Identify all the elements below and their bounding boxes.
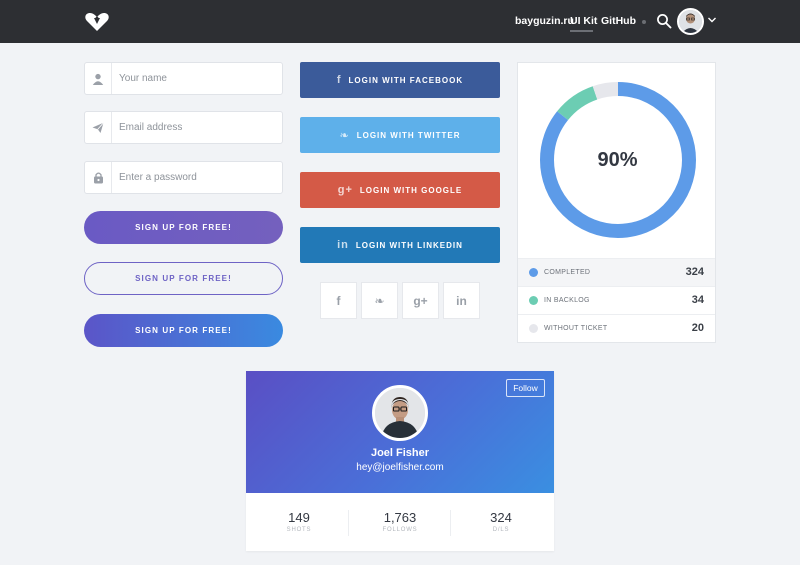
legend-row-in-backlog: IN BACKLOG 34: [518, 286, 715, 314]
nav-link-ui-kit[interactable]: UI Kit: [570, 15, 597, 27]
profile-email[interactable]: hey@joelfisher.com: [246, 462, 554, 473]
legend-swatch-completed: [529, 268, 538, 277]
legend-value: 324: [685, 266, 704, 278]
google-plus-icon: g+: [413, 293, 428, 308]
stat-label: SHOTS: [286, 527, 312, 533]
signup-button-gradient[interactable]: SIGN UP FOR FREE!: [84, 314, 283, 347]
facebook-square-button[interactable]: f: [320, 282, 357, 319]
stat-label: FOLLOWS: [382, 527, 418, 533]
lock-icon: [85, 162, 112, 193]
stat-value: 149: [288, 510, 310, 525]
profile-name: Joel Fisher: [370, 447, 430, 459]
legend-swatch-without-ticket: [529, 324, 538, 333]
profile-header: Follow Joel Fisher hey@joelfisher.com: [246, 371, 554, 493]
facebook-icon: f: [336, 74, 342, 86]
legend-label: COMPLETED: [544, 269, 591, 276]
nav-link-github[interactable]: GitHub: [601, 15, 636, 27]
legend-label: WITHOUT TICKET: [544, 325, 608, 332]
stat-label: D/LS: [492, 527, 510, 533]
search-icon[interactable]: [656, 13, 672, 29]
stat-value: 1,763: [383, 510, 417, 525]
stat-downloads: 324 D/LS: [450, 510, 552, 533]
legend-label: IN BACKLOG: [544, 297, 590, 304]
legend-value: 20: [691, 322, 704, 334]
user-avatar[interactable]: [677, 8, 704, 35]
user-icon: [85, 63, 112, 94]
chevron-down-icon[interactable]: [707, 16, 717, 24]
follow-button[interactable]: Follow: [506, 379, 545, 397]
paper-plane-icon: [85, 112, 112, 143]
top-navbar: bayguzin.ru UI Kit GitHub: [0, 0, 800, 43]
chart-center-label: 90%: [597, 149, 638, 171]
legend-value: 34: [691, 294, 704, 306]
profile-avatar: [372, 385, 428, 441]
heart-logo-icon[interactable]: [84, 12, 110, 32]
facebook-icon: f: [336, 293, 341, 308]
login-google-button[interactable]: g+ LOGIN WITH GOOGLE: [300, 172, 500, 208]
nav-link-bayguzin[interactable]: bayguzin.ru: [515, 15, 574, 27]
legend-row-without-ticket: WITHOUT TICKET 20: [518, 314, 715, 342]
linkedin-icon: in: [337, 239, 349, 251]
email-placeholder: Email address: [119, 122, 183, 133]
password-field[interactable]: Enter a password: [84, 161, 283, 194]
stat-shots: 149 SHOTS: [248, 510, 350, 533]
linkedin-icon: in: [456, 293, 467, 308]
twitter-icon: ❧: [374, 293, 385, 308]
login-twitter-label: LOGIN WITH TWITTER: [356, 130, 461, 140]
active-nav-underline: [570, 30, 593, 32]
login-linkedin-button[interactable]: in LOGIN WITH LINKEDIN: [300, 227, 500, 263]
password-placeholder: Enter a password: [119, 172, 197, 183]
login-facebook-label: LOGIN WITH FACEBOOK: [348, 75, 464, 85]
google-plus-icon: g+: [337, 184, 353, 196]
google-plus-square-button[interactable]: g+: [402, 282, 439, 319]
twitter-square-button[interactable]: ❧: [361, 282, 398, 319]
progress-chart-card: 90% COMPLETED 324 IN BACKLOG 34 WITHOUT …: [517, 62, 716, 343]
nav-separator-dot: [642, 20, 646, 24]
profile-card: Follow Joel Fisher hey@joelfisher.com 14…: [246, 371, 554, 551]
name-field[interactable]: Your name: [84, 62, 283, 95]
avatar-person-icon: [679, 10, 702, 33]
legend-row-completed: COMPLETED 324: [518, 258, 715, 286]
email-field[interactable]: Email address: [84, 111, 283, 144]
stat-value: 324: [490, 510, 512, 525]
linkedin-square-button[interactable]: in: [443, 282, 480, 319]
legend-swatch-in-backlog: [529, 296, 538, 305]
profile-photo-icon: [375, 388, 425, 438]
name-placeholder: Your name: [119, 73, 167, 84]
twitter-icon: ❧: [339, 129, 350, 142]
login-facebook-button[interactable]: f LOGIN WITH FACEBOOK: [300, 62, 500, 98]
login-linkedin-label: LOGIN WITH LINKEDIN: [355, 240, 463, 250]
login-twitter-button[interactable]: ❧ LOGIN WITH TWITTER: [300, 117, 500, 153]
signup-button-filled[interactable]: SIGN UP FOR FREE!: [84, 211, 283, 244]
login-google-label: LOGIN WITH GOOGLE: [359, 185, 463, 195]
signup-button-outline[interactable]: SIGN UP FOR FREE!: [84, 262, 283, 295]
stat-follows: 1,763 FOLLOWS: [349, 510, 451, 533]
